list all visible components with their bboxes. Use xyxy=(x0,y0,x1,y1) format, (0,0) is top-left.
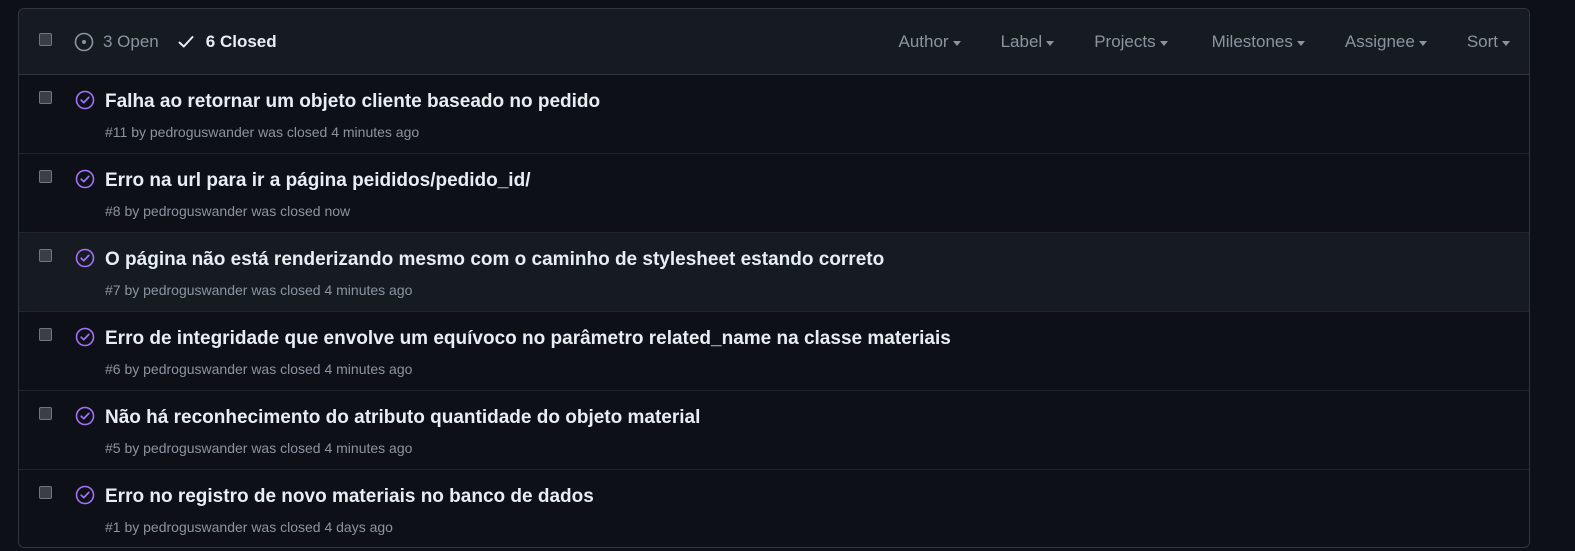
milestones-filter[interactable]: Milestones xyxy=(1212,32,1305,52)
chevron-down-icon xyxy=(1418,40,1427,46)
issue-checkbox[interactable] xyxy=(39,328,52,341)
issue-row[interactable]: Erro no registro de novo materiais no ba… xyxy=(19,470,1529,547)
issue-closed-icon xyxy=(75,169,95,189)
issue-checkbox[interactable] xyxy=(39,486,52,499)
issue-title-link[interactable]: Falha ao retornar um objeto cliente base… xyxy=(105,91,600,113)
issue-meta: #8 by pedroguswander was closed now xyxy=(105,203,351,219)
sort-filter[interactable]: Sort xyxy=(1467,32,1510,52)
issue-open-icon xyxy=(74,32,94,52)
filter-menus: Author Label Projects Milestones Assigne… xyxy=(898,9,1510,75)
label-filter[interactable]: Label xyxy=(1001,32,1055,52)
issue-row[interactable]: O página não está renderizando mesmo com… xyxy=(19,233,1529,312)
chevron-down-icon xyxy=(952,40,961,46)
chevron-down-icon xyxy=(1502,40,1510,46)
select-all-checkbox[interactable] xyxy=(39,33,52,46)
chevron-down-icon xyxy=(1159,40,1168,46)
projects-filter[interactable]: Projects xyxy=(1094,32,1168,52)
issue-checkbox[interactable] xyxy=(39,249,52,262)
sort-filter-label: Sort xyxy=(1466,32,1498,51)
issue-meta: #7 by pedroguswander was closed 4 minute… xyxy=(105,282,413,298)
issues-list: 3 Open 6 Closed Author Label Projects Mi… xyxy=(18,8,1530,548)
chevron-down-icon xyxy=(1296,40,1305,46)
open-count-label: 3 Open xyxy=(103,32,159,51)
issue-meta: #5 by pedroguswander was closed 4 minute… xyxy=(105,440,413,456)
issue-title-link[interactable]: Erro na url para ir a página peididos/pe… xyxy=(105,170,530,192)
issue-row[interactable]: Falha ao retornar um objeto cliente base… xyxy=(19,75,1529,154)
closed-issues-link[interactable]: 6 Closed xyxy=(178,32,277,52)
issue-checkbox[interactable] xyxy=(39,407,52,420)
author-filter-label: Author xyxy=(898,32,949,51)
issue-closed-icon xyxy=(75,248,95,268)
projects-filter-label: Projects xyxy=(1094,32,1156,51)
issue-closed-icon xyxy=(75,90,95,110)
issue-title-link[interactable]: Erro no registro de novo materiais no ba… xyxy=(105,486,594,508)
issue-closed-icon xyxy=(75,485,95,505)
issue-meta: #1 by pedroguswander was closed 4 days a… xyxy=(105,519,393,535)
issue-checkbox[interactable] xyxy=(39,170,52,183)
closed-count-label: 6 Closed xyxy=(205,32,277,51)
issues-toolbar: 3 Open 6 Closed Author Label Projects Mi… xyxy=(19,9,1529,75)
label-filter-label: Label xyxy=(1000,32,1043,51)
issue-checkbox[interactable] xyxy=(39,91,52,104)
assignee-filter-label: Assignee xyxy=(1344,32,1415,51)
milestones-filter-label: Milestones xyxy=(1211,32,1293,51)
issue-title-link[interactable]: Não há reconhecimento do atributo quanti… xyxy=(105,407,700,429)
issue-meta: #6 by pedroguswander was closed 4 minute… xyxy=(105,361,413,377)
state-filters: 3 Open 6 Closed xyxy=(74,9,277,75)
chevron-down-icon xyxy=(1046,40,1055,46)
author-filter[interactable]: Author xyxy=(898,32,961,52)
open-issues-link[interactable]: 3 Open xyxy=(74,32,159,52)
issue-row[interactable]: Erro na url para ir a página peididos/pe… xyxy=(19,154,1529,233)
check-icon xyxy=(178,36,194,48)
issue-row[interactable]: Não há reconhecimento do atributo quanti… xyxy=(19,391,1529,470)
issue-row[interactable]: Erro de integridade que envolve um equív… xyxy=(19,312,1529,391)
issue-title-link[interactable]: Erro de integridade que envolve um equív… xyxy=(105,328,951,350)
issue-title-link[interactable]: O página não está renderizando mesmo com… xyxy=(105,249,884,271)
assignee-filter[interactable]: Assignee xyxy=(1345,32,1427,52)
issue-meta: #11 by pedroguswander was closed 4 minut… xyxy=(105,124,420,140)
issue-closed-icon xyxy=(75,406,95,426)
issue-closed-icon xyxy=(75,327,95,347)
